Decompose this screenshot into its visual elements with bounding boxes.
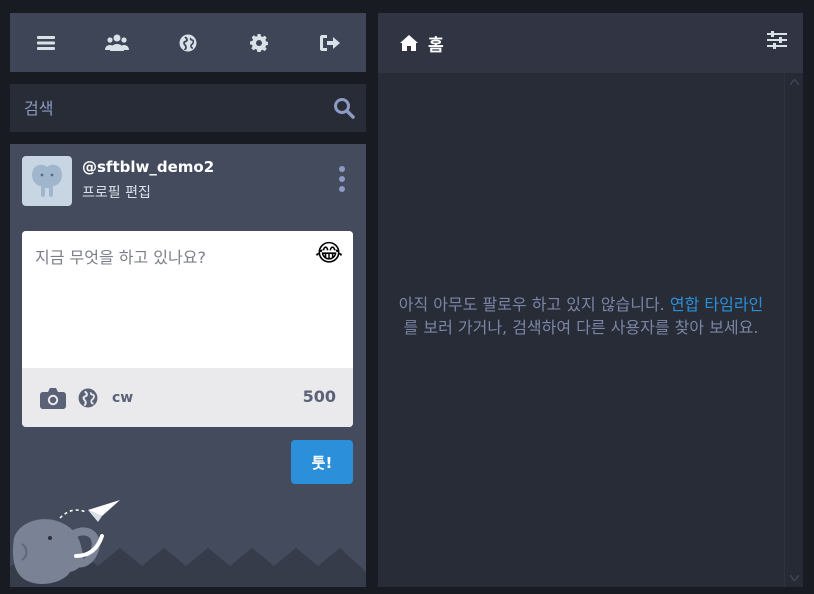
account-menu-button[interactable] — [330, 164, 354, 194]
local-timeline-button[interactable] — [92, 23, 142, 63]
account-handle[interactable]: @sftblw_demo2 — [82, 158, 214, 176]
media-upload-button[interactable] — [40, 387, 66, 409]
toot-button[interactable]: 툿! — [291, 440, 353, 484]
status-textarea[interactable] — [22, 231, 353, 368]
privacy-dropdown-button[interactable] — [78, 388, 98, 408]
cw-label: cw — [112, 389, 134, 406]
compose-options: cw 500 — [22, 368, 353, 427]
column-header[interactable]: 홈 — [378, 13, 803, 73]
mascot-illustration — [10, 500, 366, 587]
column-title: 홈 — [428, 35, 444, 56]
logout-button[interactable] — [305, 23, 355, 63]
drawer-nav-bar — [10, 13, 366, 72]
content-warning-button[interactable]: cw — [110, 390, 133, 406]
home-column: 홈 아직 아무도 팔로우 하고 있지 않습니다. 연합 타임라인를 보러 가거나… — [378, 13, 803, 587]
federated-timeline-button[interactable] — [163, 23, 213, 63]
bars-icon — [36, 35, 55, 50]
emoji-picker-button[interactable]: 😂 — [315, 239, 343, 267]
search-box — [10, 84, 366, 132]
ellipsis-dot — [339, 166, 345, 172]
home-icon — [400, 35, 418, 51]
navigation-account: @sftblw_demo2 프로필 편집 — [22, 156, 354, 208]
column-settings-button[interactable] — [767, 31, 787, 53]
empty-timeline-message: 아직 아무도 팔로우 하고 있지 않습니다. 연합 타임라인를 보러 가거나, … — [398, 293, 764, 339]
camera-icon — [40, 387, 66, 409]
compose-form: @sftblw_demo2 프로필 편집 😂 — [10, 144, 366, 587]
timeline-body: 아직 아무도 팔로우 하고 있지 않습니다. 연합 타임라인를 보러 가거나, … — [378, 73, 784, 587]
empty-message-text: 아직 아무도 팔로우 하고 있지 않습니다. — [398, 295, 670, 314]
compose-drawer: @sftblw_demo2 프로필 편집 😂 — [10, 13, 366, 587]
edit-profile-link[interactable]: 프로필 편집 — [82, 182, 151, 202]
globe-icon — [78, 388, 98, 407]
search-icon[interactable] — [322, 84, 366, 132]
character-counter: 500 — [302, 387, 336, 406]
ellipsis-dot — [339, 176, 345, 182]
sliders-icon — [767, 31, 787, 49]
settings-button[interactable] — [234, 23, 284, 63]
federated-timeline-link[interactable]: 연합 타임라인 — [670, 295, 763, 314]
elephant-avatar-icon — [32, 164, 62, 197]
menu-button[interactable] — [21, 23, 71, 63]
users-icon — [104, 34, 129, 51]
ellipsis-dot — [339, 186, 345, 192]
search-input[interactable] — [10, 84, 322, 132]
scroll-down-arrow-icon[interactable] — [790, 575, 799, 581]
gear-icon — [250, 33, 269, 52]
scroll-up-arrow-icon[interactable] — [790, 79, 799, 85]
avatar[interactable] — [22, 156, 72, 206]
sign-out-icon — [320, 34, 341, 51]
column-scrollbar[interactable] — [784, 73, 803, 587]
empty-message-text: 를 보러 가거나, 검색하여 다른 사용자를 찾아 보세요. — [403, 318, 759, 337]
compose-textarea-box: 😂 cw 500 — [22, 231, 353, 427]
globe-icon — [179, 34, 197, 51]
